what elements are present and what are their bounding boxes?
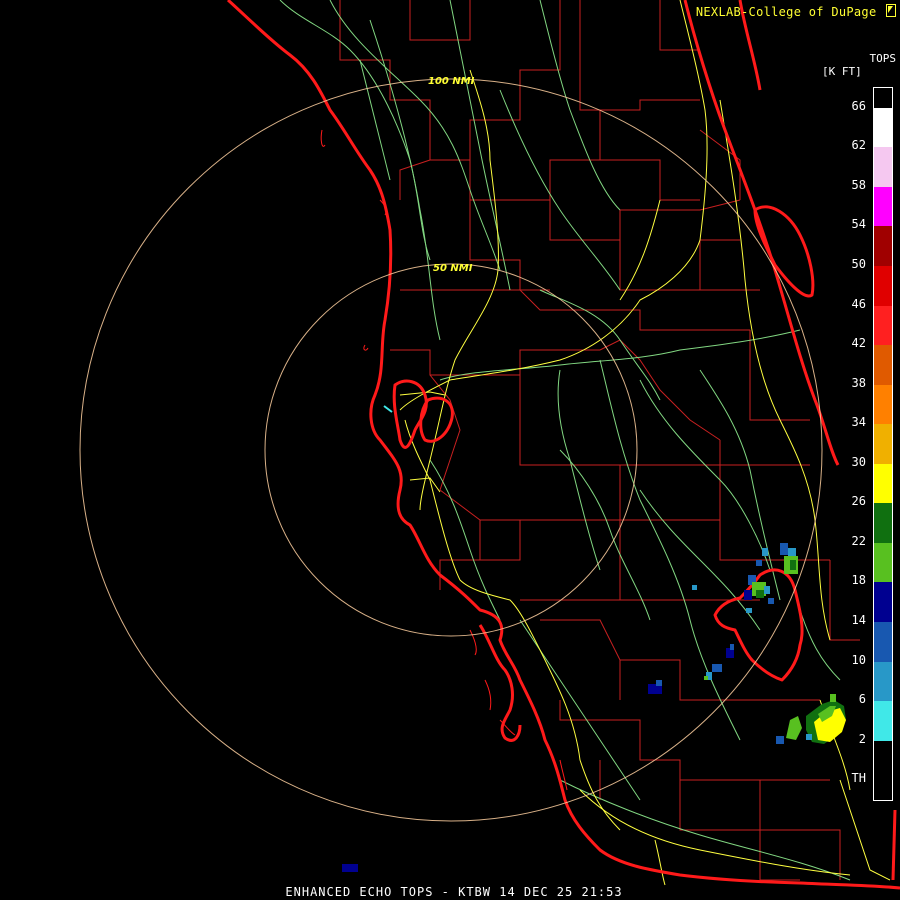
range-ring-label-50: 50 NMI [433,263,473,274]
color-scale-segment [874,266,892,307]
echo-cell [786,716,802,740]
product-title: ENHANCED ECHO TOPS - KTBW 14 DEC 25 21:5… [285,885,623,899]
county-boundaries [339,0,860,881]
color-scale-segment [874,740,892,781]
color-scale-segment [874,701,892,742]
color-scale-segment [874,305,892,346]
color-scale-segment [874,424,892,465]
echo-cell [342,864,358,872]
color-scale-segment [874,661,892,702]
color-scale-label: 26 [851,494,866,509]
echo-cell [790,560,796,570]
coastline [226,0,900,890]
radar-site-marker [383,405,393,413]
echo-cell [704,676,708,680]
color-scale-label: 2 [858,731,866,746]
color-scale-label: 30 [851,454,866,469]
scale-title-tops: TOPS [869,52,897,65]
color-scale-segment [874,582,892,623]
color-scale-label: 22 [851,533,866,548]
echo-cell [712,664,722,672]
color-scale-label: TH [851,771,866,786]
echo-cell [746,608,752,613]
echo-cell [756,560,762,566]
color-scale-label: 50 [851,257,866,271]
color-scale-segment [874,622,892,663]
radar-map: 100 NMI 50 NMI [79,0,900,890]
scale-title: TOPS [K FT] [822,52,896,78]
echo-cell [780,543,788,555]
radar-map-viewport: 100 NMI 50 NMI NEXLAB-College of DuPage … [0,0,900,900]
credit-text: NEXLAB-College of DuPage [695,5,877,19]
color-scale-segment [874,226,892,267]
echo-cell [806,734,812,740]
color-scale-label: 14 [851,613,866,627]
color-scale-segment [874,384,892,425]
color-scale-label: 18 [851,573,866,588]
cursor-arrow-icon [886,4,896,17]
color-scale-label: 6 [858,692,866,707]
color-scale-segment [874,147,892,188]
color-scale-segment [874,463,892,504]
color-scale-label: 46 [851,296,866,311]
color-scale-segment [874,345,892,386]
range-ring-50 [264,263,638,637]
color-scale-label: 58 [851,177,866,192]
range-ring-label-100: 100 NMI [428,76,475,87]
echo-cell [764,586,770,594]
color-scale-segment [874,107,892,148]
color-scale-segment [874,542,892,583]
echo-returns [342,543,846,872]
color-scale-label: 62 [851,138,866,153]
echo-cell [756,590,764,598]
color-scale-label: 10 [851,652,866,667]
color-scale-label: 42 [851,336,866,351]
color-scale-label: 54 [851,217,866,232]
color-scale-bar [873,87,893,801]
color-scale-segment [874,503,892,544]
echo-cell [730,644,734,650]
echo-cell [762,548,768,556]
range-ring-100 [79,78,823,822]
credit-label: NEXLAB-College of DuPage [696,4,896,19]
highways [399,0,891,886]
color-scale-label: 38 [851,375,866,390]
echo-cell [692,585,697,590]
echo-cell [768,598,774,604]
echo-cell [744,590,752,600]
echo-cell [776,736,784,744]
echo-cell [656,680,662,686]
range-rings [79,78,823,822]
color-scale-segment [874,186,892,227]
scale-title-units: [K FT] [822,65,862,78]
color-scale-label: 34 [851,415,866,430]
rivers [279,0,851,881]
color-scale-label: 66 [851,98,866,113]
